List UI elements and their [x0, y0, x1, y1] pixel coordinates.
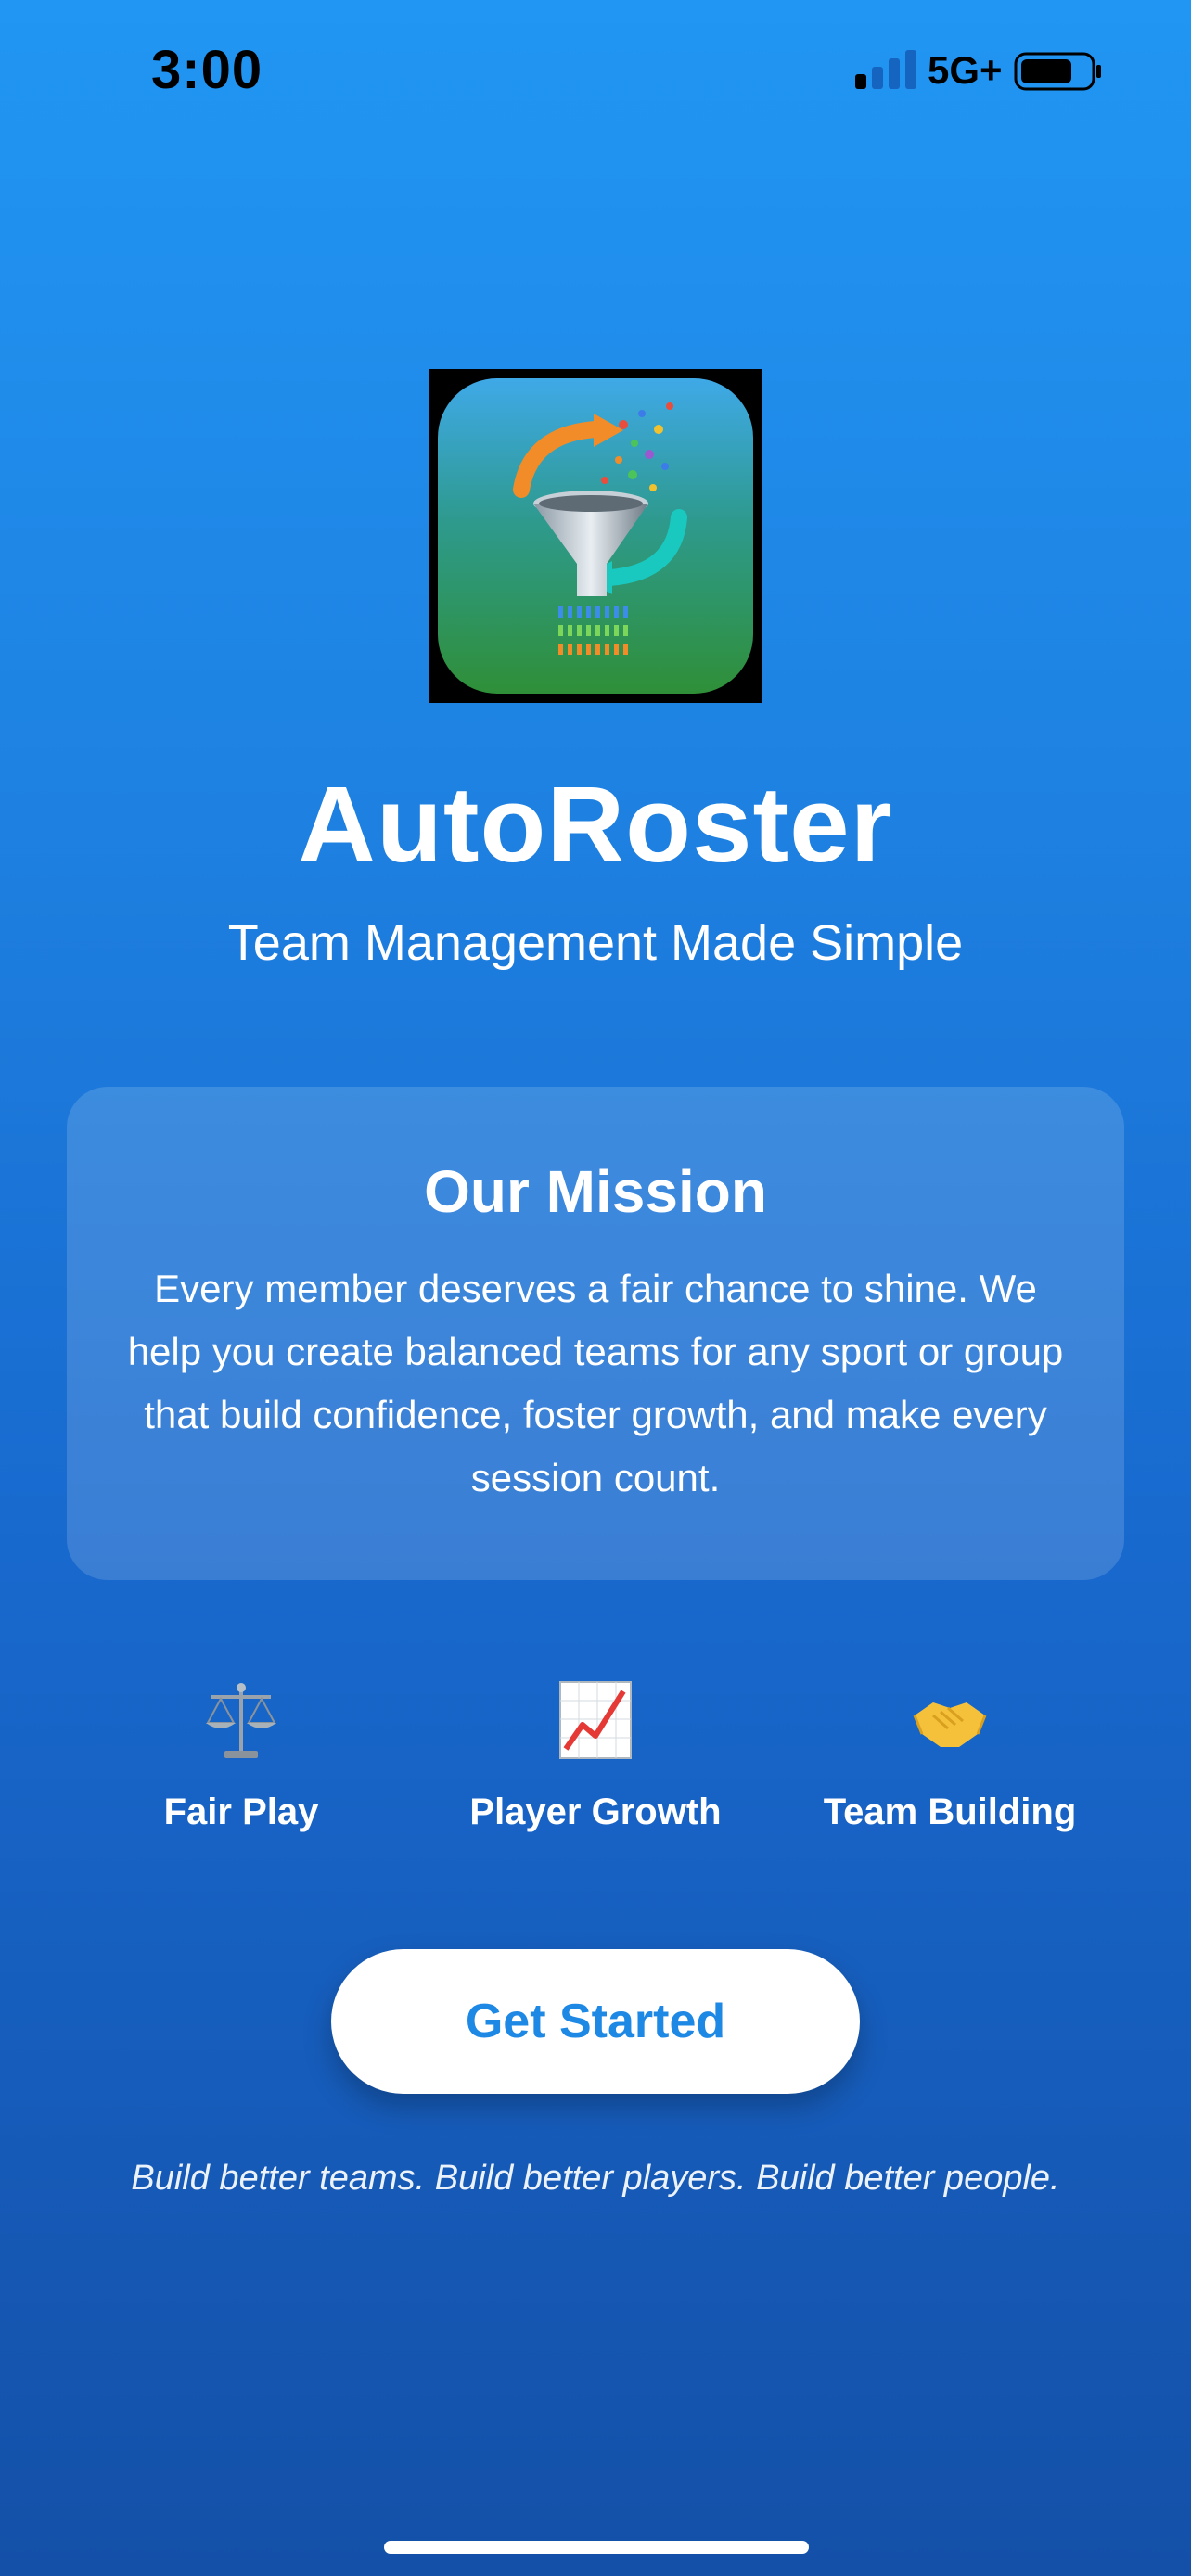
scales-icon	[206, 1683, 276, 1758]
feature-label: Fair Play	[163, 1792, 319, 1832]
signal-icon	[855, 50, 916, 89]
handshake-icon	[913, 1702, 987, 1747]
feature-label: Player Growth	[469, 1792, 722, 1832]
feature-fair-play: Fair Play	[65, 1669, 417, 1855]
status-bar: 3:00 5G+	[0, 0, 1191, 139]
app-subtitle: Team Management Made Simple	[227, 915, 964, 971]
feature-team-building: Team Building	[774, 1669, 1126, 1855]
app-logo	[429, 369, 762, 703]
status-time: 3:00	[151, 40, 263, 100]
tagline: Build better teams. Build better players…	[131, 2159, 1060, 2198]
network-type: 5G+	[928, 48, 1003, 92]
feature-label: Team Building	[823, 1792, 1077, 1832]
battery-icon	[1014, 52, 1101, 91]
mission-title: Our Mission	[424, 1158, 767, 1225]
mission-card: Our Mission Every member deserves a fair…	[67, 1087, 1124, 1580]
app-title: AutoRoster	[298, 764, 893, 885]
chart-increasing-icon	[559, 1681, 632, 1759]
app-logo-funnel-icon	[438, 378, 753, 694]
feature-player-growth: Player Growth	[419, 1669, 772, 1855]
get-started-button[interactable]: Get Started	[331, 1949, 860, 2094]
mission-text: Every member deserves a fair chance to s…	[127, 1267, 1064, 1499]
home-indicator[interactable]	[384, 2541, 809, 2554]
